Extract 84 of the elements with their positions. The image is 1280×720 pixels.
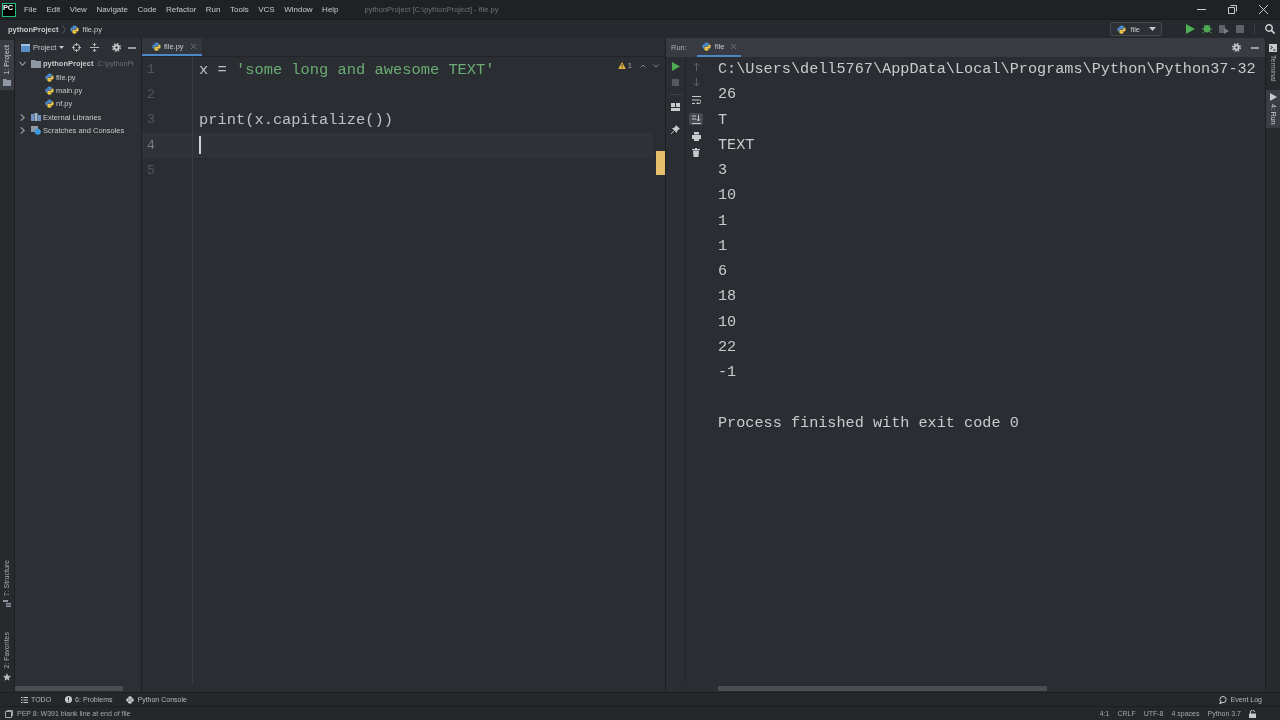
chevron-down-icon[interactable]: [653, 63, 659, 68]
menu-item[interactable]: File: [24, 5, 37, 14]
caret-down-icon: [59, 46, 65, 49]
printer-icon[interactable]: [691, 132, 701, 141]
horizontal-scrollbar[interactable]: [15, 686, 123, 691]
expand-chevron-icon[interactable]: [19, 60, 26, 68]
chevron-up-icon[interactable]: [640, 63, 646, 68]
output-line: 3: [718, 160, 728, 181]
menu-item[interactable]: View: [69, 5, 87, 14]
python-console-icon: [126, 695, 135, 704]
library-icon: [31, 113, 41, 122]
output-line: T: [718, 109, 728, 131]
output-line: 1: [718, 210, 728, 232]
menu-item[interactable]: Code: [137, 5, 157, 14]
scroll-to-end-icon: [691, 114, 701, 124]
line-number: 4: [142, 132, 192, 158]
coverage-icon[interactable]: [1219, 24, 1229, 34]
output-line: 10: [718, 311, 737, 333]
settings-icon[interactable]: [1232, 43, 1241, 52]
caret-down-icon: [1149, 27, 1156, 31]
minimize-panel-icon[interactable]: [128, 46, 137, 49]
warning-marker[interactable]: [656, 151, 665, 175]
output-line: 1: [718, 235, 728, 257]
output-line: 26: [718, 84, 737, 106]
run-icon[interactable]: [671, 62, 680, 71]
bug-icon[interactable]: [1202, 24, 1212, 34]
python-file-icon: [70, 24, 80, 34]
expand-chevron-icon[interactable]: [19, 113, 26, 121]
output-line: 10: [718, 185, 737, 207]
python-file-icon: [45, 72, 54, 82]
output-line: -1: [718, 362, 737, 383]
trash-icon[interactable]: [692, 148, 700, 157]
speech-bubble-icon: [1219, 695, 1228, 704]
project-window-icon: [21, 43, 30, 52]
scratches-icon: [31, 126, 41, 136]
soft-wrap-icon: [691, 96, 701, 104]
warning-icon[interactable]: [617, 62, 626, 69]
menu-item[interactable]: Refactor: [166, 5, 197, 14]
horizontal-scrollbar[interactable]: [718, 686, 1047, 691]
search-icon[interactable]: [1265, 24, 1275, 34]
python-icon: [1117, 24, 1127, 34]
menu-item[interactable]: Tools: [230, 5, 249, 14]
list-icon: [21, 696, 28, 703]
terminal-icon: [1269, 44, 1277, 52]
text-caret: [199, 136, 201, 155]
output-line: 6: [718, 261, 728, 282]
run-icon[interactable]: [1186, 24, 1195, 34]
code-line: x = 'some long and awesome TEXT': [199, 59, 495, 80]
menu-item[interactable]: VCS: [258, 5, 275, 14]
exit-message: Process finished with exit code 0: [718, 412, 1019, 434]
output-line: TEXT: [718, 134, 755, 156]
expand-chevron-icon[interactable]: [19, 127, 26, 135]
python-file-icon: [152, 41, 161, 51]
folder-icon: [31, 59, 41, 68]
restore-icon[interactable]: [1228, 5, 1237, 14]
settings-icon[interactable]: [112, 43, 122, 52]
structure-icon: [3, 600, 11, 608]
menu-item[interactable]: Help: [322, 5, 339, 14]
collapse-all-icon[interactable]: [90, 43, 100, 52]
output-line: C:\Users\dell5767\AppData\Local\Programs\Python\Python37-32: [718, 59, 1256, 80]
code-line: print(x.capitalize()): [199, 109, 393, 130]
minimize-panel-icon[interactable]: [1251, 46, 1259, 49]
output-line: 18: [718, 286, 737, 308]
python-icon: [701, 42, 711, 51]
soft-wrap-toggle[interactable]: [689, 94, 703, 106]
layout-icon[interactable]: [671, 103, 680, 111]
menu-item[interactable]: Edit: [46, 5, 61, 14]
pin-icon[interactable]: [671, 125, 680, 134]
padlock-icon[interactable]: [1249, 709, 1256, 718]
close-icon[interactable]: [1259, 5, 1268, 14]
menu-item[interactable]: Run: [205, 5, 221, 14]
exclamation-circle-icon: [65, 696, 73, 703]
output-line: 22: [718, 336, 737, 358]
menu-item[interactable]: Navigate: [96, 5, 128, 14]
scroll-to-end-toggle[interactable]: [689, 113, 703, 125]
star-icon: [3, 673, 11, 681]
menu-item[interactable]: Window: [284, 5, 313, 14]
python-file-icon: [45, 85, 54, 95]
overlapping-squares-icon[interactable]: [5, 709, 13, 718]
run-icon: [1269, 93, 1277, 102]
folder-icon: [3, 78, 11, 86]
chevron-right-icon: [62, 24, 67, 34]
crosshair-icon[interactable]: [72, 43, 82, 52]
python-file-icon: [45, 99, 54, 109]
